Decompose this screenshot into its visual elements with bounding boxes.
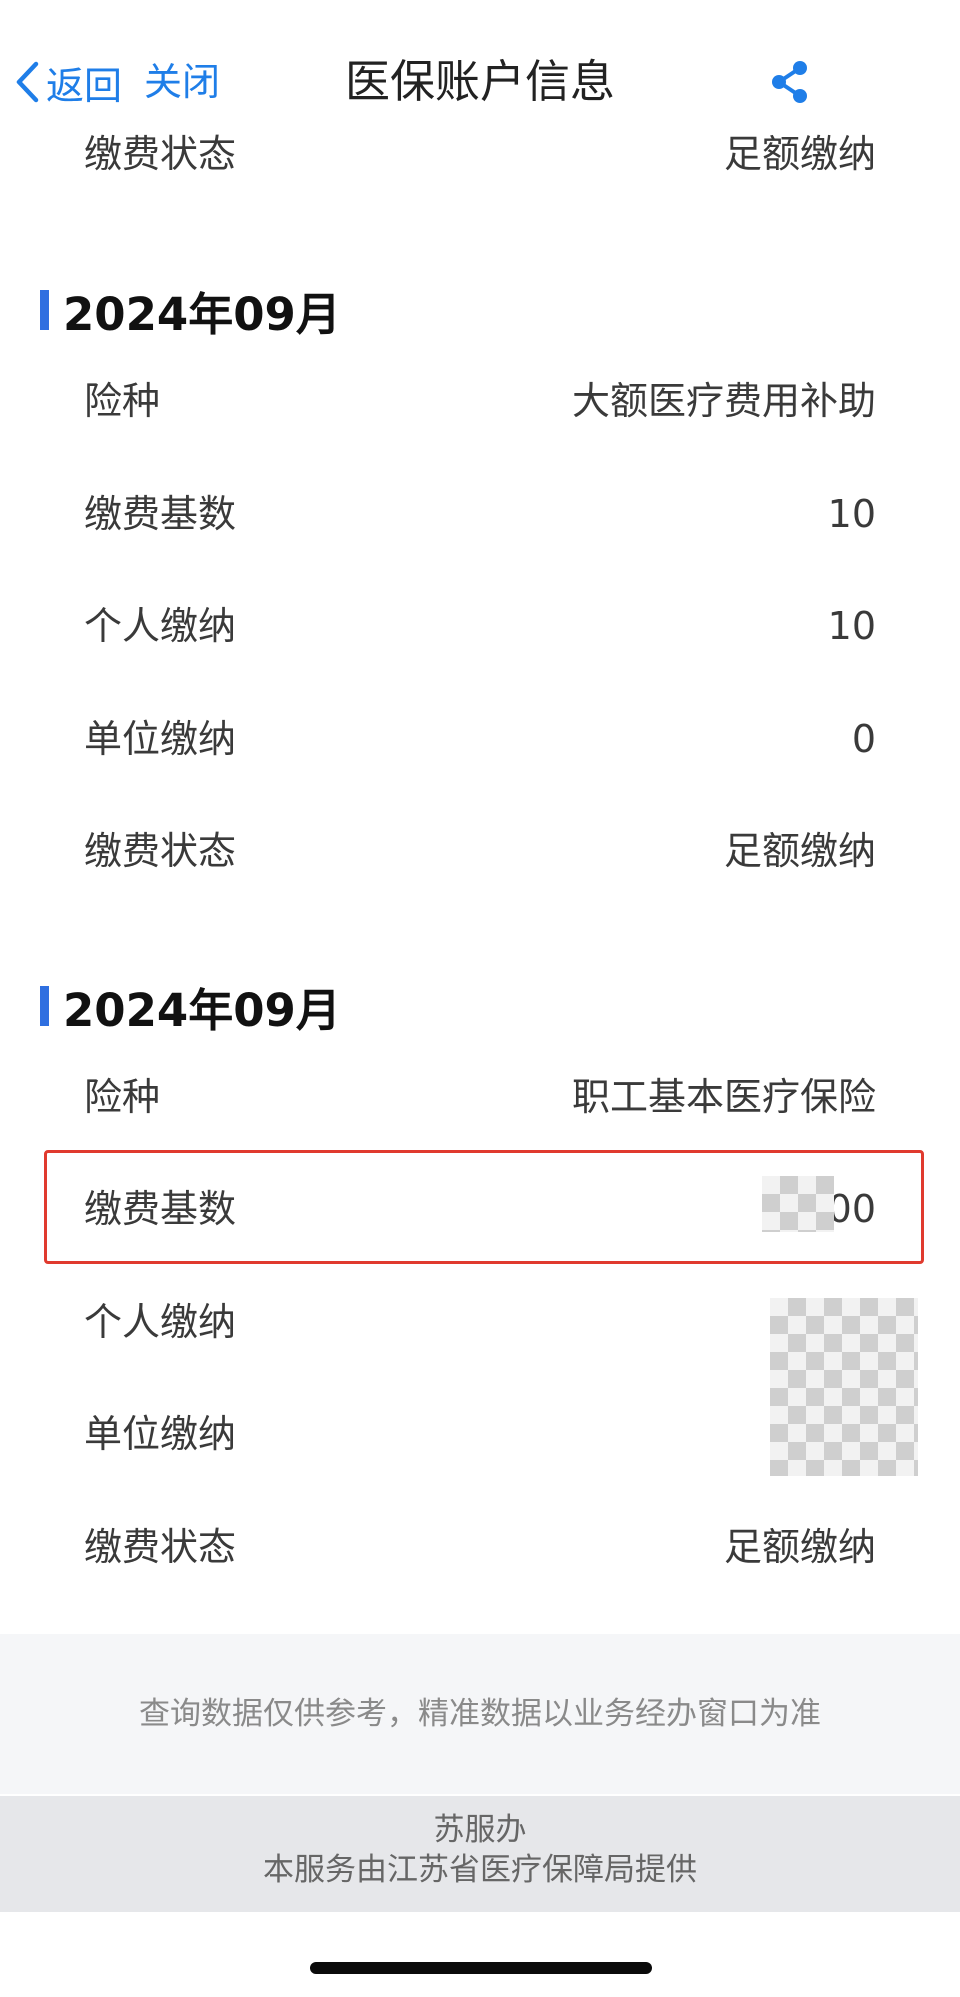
row-label: 缴费状态 <box>84 829 237 873</box>
footer-provider: 本服务由江苏省医疗保障局提供 <box>263 1852 697 1888</box>
record-row-insurance-type: 险种 大额医疗费用补助 <box>0 345 960 457</box>
row-label: 单位缴纳 <box>84 1412 237 1456</box>
record-month-header: 2024年09月 <box>40 280 341 341</box>
footer-brand: 苏服办 <box>433 1812 527 1848</box>
row-value: 0 <box>851 717 876 761</box>
footer: 苏服办 本服务由江苏省医疗保障局提供 <box>0 1796 960 1912</box>
record-month: 2024年09月 <box>63 287 341 341</box>
row-value: 大额医疗费用补助 <box>571 379 876 423</box>
record-row-insurance-type: 险种 职工基本医疗保险 <box>0 1041 960 1153</box>
row-value: 足额缴纳 <box>723 1525 876 1569</box>
home-indicator[interactable] <box>310 1962 652 1974</box>
row-label: 缴费基数 <box>84 1187 237 1231</box>
row-label: 缴费状态 <box>84 132 237 176</box>
row-value: 职工基本医疗保险 <box>571 1075 876 1119</box>
record-row-employer-payment: 单位缴纳 0 <box>0 683 960 795</box>
row-label: 险种 <box>84 379 161 423</box>
row-label: 险种 <box>84 1075 161 1119</box>
row-value: 00 <box>827 1187 876 1231</box>
row-label: 缴费状态 <box>84 1525 237 1569</box>
row-label: 个人缴纳 <box>84 1300 237 1344</box>
row-value: 足额缴纳 <box>723 132 876 176</box>
record-row-payment-status: 缴费状态 足额缴纳 <box>0 1491 960 1603</box>
record-row-status-previous: 缴费状态 足额缴纳 <box>0 98 960 210</box>
record-row-personal-payment: 个人缴纳 10 <box>0 570 960 682</box>
section-accent-bar <box>40 986 49 1026</box>
disclaimer-text: 查询数据仅供参考，精准数据以业务经办窗口为准 <box>0 1634 960 1794</box>
redacted-mosaic <box>770 1298 918 1476</box>
row-label: 缴费基数 <box>84 492 237 536</box>
row-label: 个人缴纳 <box>84 604 237 648</box>
record-row-payment-status: 缴费状态 足额缴纳 <box>0 795 960 907</box>
record-month-header: 2024年09月 <box>40 976 341 1037</box>
row-value: 足额缴纳 <box>723 829 876 873</box>
record-month: 2024年09月 <box>63 983 341 1037</box>
row-value: 10 <box>827 492 876 536</box>
row-label: 单位缴纳 <box>84 717 237 761</box>
redacted-mosaic <box>762 1176 834 1232</box>
section-accent-bar <box>40 290 49 330</box>
row-value: 10 <box>827 604 876 648</box>
record-row-contribution-base: 缴费基数 10 <box>0 458 960 570</box>
